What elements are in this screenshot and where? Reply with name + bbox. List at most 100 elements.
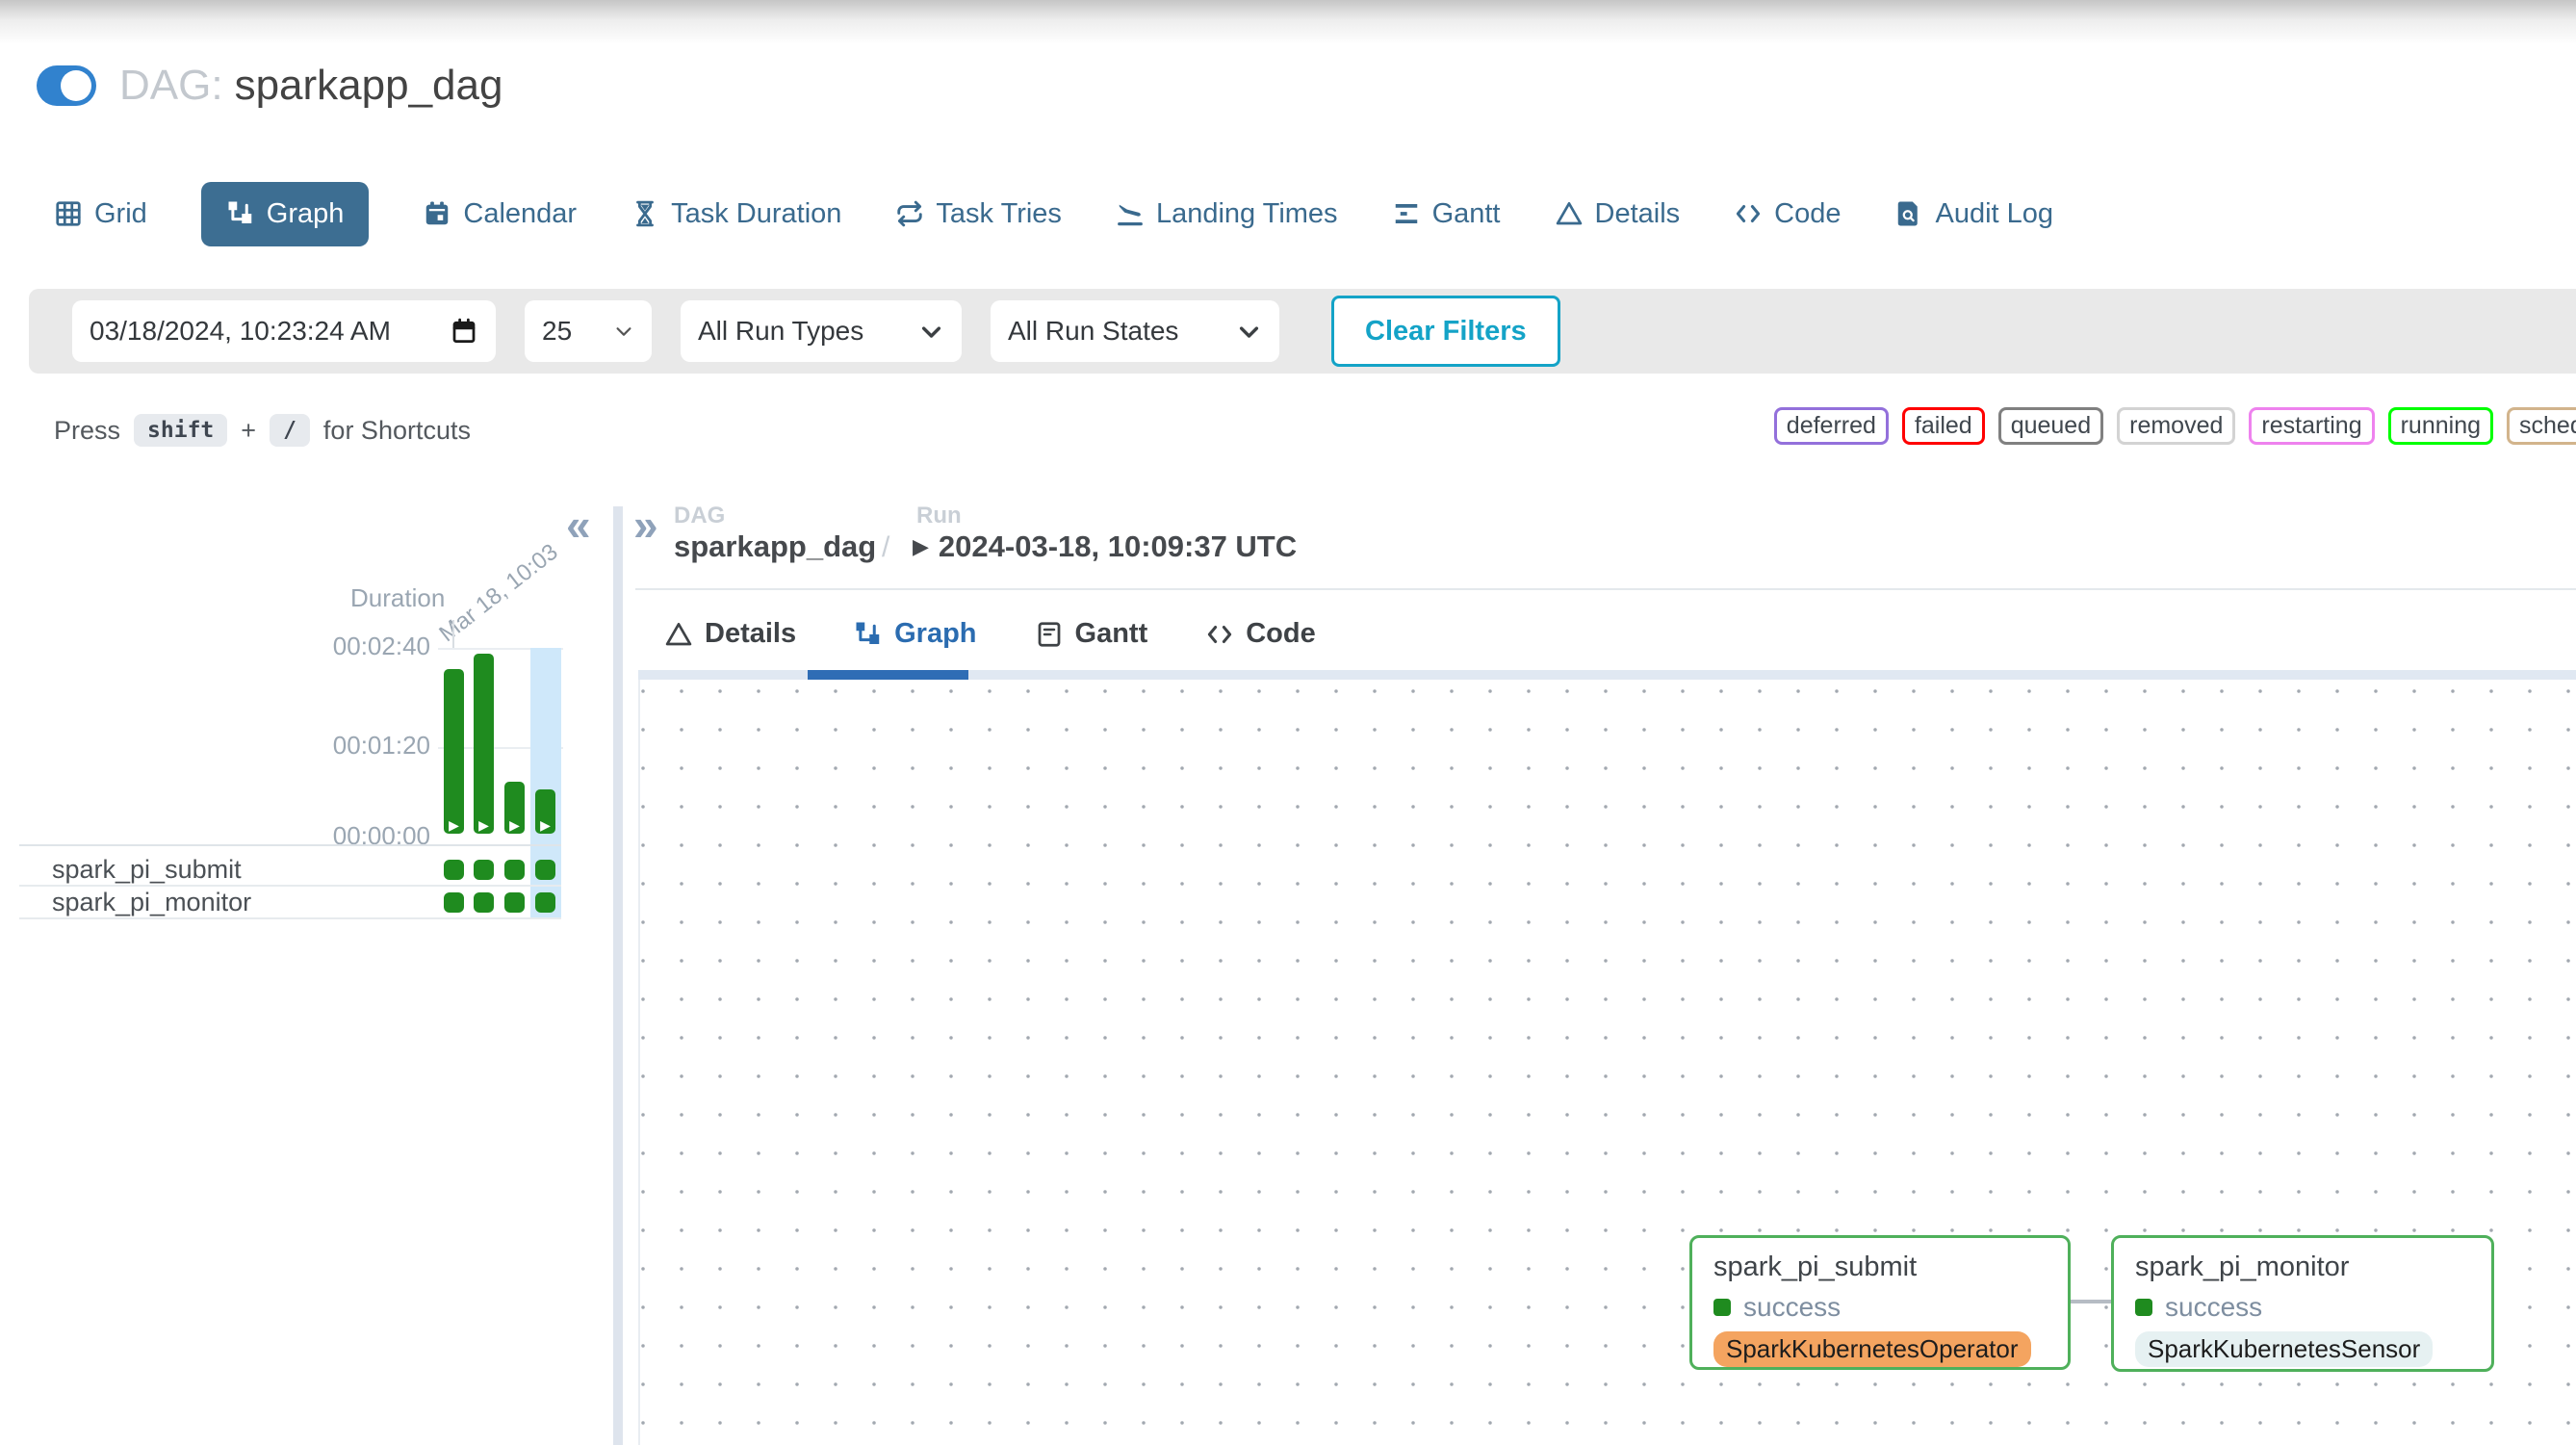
- duration-bar[interactable]: ▶: [444, 669, 464, 834]
- tab-label: Audit Log: [1935, 198, 2053, 230]
- dag-pause-toggle[interactable]: [37, 65, 96, 106]
- tab-details[interactable]: Details: [1555, 198, 1681, 230]
- legend-failed[interactable]: failed: [1902, 407, 1985, 445]
- task-name[interactable]: spark_pi_monitor: [52, 887, 251, 917]
- breadcrumb-separator: /: [882, 531, 889, 564]
- task-instance-success[interactable]: [504, 892, 525, 913]
- dag-prefix-label: DAG:: [119, 62, 223, 109]
- tab-graph[interactable]: Graph: [201, 182, 370, 246]
- breadcrumb-run-value: 2024-03-18, 10:09:37 UTC: [939, 529, 1297, 564]
- run-tab-code[interactable]: Code: [1205, 618, 1316, 650]
- page-size-select[interactable]: 25: [525, 300, 652, 362]
- legend-running[interactable]: running: [2388, 407, 2493, 445]
- tab-label: Task Duration: [671, 198, 841, 230]
- tab-label: Task Tries: [936, 198, 1062, 230]
- breadcrumb-dag-label: DAG: [674, 503, 725, 529]
- journal-icon: [1035, 620, 1064, 649]
- tab-audit-log[interactable]: Audit Log: [1894, 198, 2053, 230]
- task-instance-success[interactable]: [474, 892, 494, 913]
- run-types-select[interactable]: All Run Types: [681, 300, 962, 362]
- task-instance-success[interactable]: [535, 860, 555, 880]
- slash-key-badge: /: [270, 414, 310, 447]
- duration-bar[interactable]: ▶: [504, 782, 525, 834]
- legend-removed[interactable]: removed: [2117, 407, 2235, 445]
- collapse-panel-button[interactable]: «: [566, 503, 591, 547]
- graph-icon: [226, 199, 255, 228]
- divider: [19, 844, 561, 846]
- top-gradient: [0, 0, 2576, 44]
- landing-icon: [1116, 199, 1145, 228]
- panel-resizer[interactable]: [613, 506, 623, 1445]
- task-instance-success[interactable]: [504, 860, 525, 880]
- shortcuts-joiner: +: [241, 416, 256, 446]
- code-icon: [1734, 199, 1763, 228]
- axis-tick: [452, 620, 454, 648]
- task-row: spark_pi_monitor: [19, 887, 561, 919]
- legend-restarting[interactable]: restarting: [2249, 407, 2374, 445]
- task-state-label: success: [1743, 1292, 1841, 1323]
- run-states-select[interactable]: All Run States: [991, 300, 1279, 362]
- calendar-icon: [423, 199, 451, 228]
- shortcuts-hint: Press shift + / for Shortcuts: [54, 414, 471, 447]
- base-date-value: 03/18/2024, 10:23:24 AM: [90, 316, 391, 347]
- task-instance-success[interactable]: [444, 892, 464, 913]
- legend-scheduled[interactable]: scheduled: [2507, 407, 2576, 445]
- y-axis-tick: 00:00:00: [296, 821, 430, 851]
- duration-bar[interactable]: ▶: [535, 789, 555, 834]
- view-tabs: Grid Graph Calendar Task Duration Task Tries…: [54, 175, 2053, 252]
- run-tab-graph[interactable]: Graph: [854, 618, 976, 650]
- play-icon: ▶: [509, 818, 520, 832]
- task-node-spark_pi_monitor[interactable]: spark_pi_monitorsuccessSparkKubernetesSe…: [2111, 1235, 2494, 1372]
- breadcrumb-run[interactable]: ▶ 2024-03-18, 10:09:37 UTC: [913, 529, 1297, 564]
- toggle-knob: [61, 70, 91, 101]
- gantt-icon: [1392, 199, 1421, 228]
- tab-gantt[interactable]: Gantt: [1392, 198, 1501, 230]
- tab-label: Graph: [267, 198, 345, 230]
- task-name[interactable]: spark_pi_submit: [52, 854, 242, 885]
- run-types-value: All Run Types: [698, 316, 863, 347]
- task-node-spark_pi_submit[interactable]: spark_pi_submitsuccess SparkKubernetesOpe…: [1689, 1235, 2071, 1370]
- dag-header: DAG:sparkapp_dag: [37, 62, 502, 110]
- run-tabs: Details Graph Gantt Code: [664, 618, 1316, 650]
- expand-panel-button[interactable]: »: [633, 503, 658, 547]
- repeat-icon: [895, 199, 924, 228]
- play-icon: ▶: [478, 818, 489, 832]
- legend-queued[interactable]: queued: [1998, 407, 2103, 445]
- operator-badge: SparkKubernetesOperator: [1713, 1331, 2031, 1367]
- task-row: spark_pi_submit: [19, 854, 561, 887]
- chevron-down-icon: [1236, 319, 1262, 345]
- tab-landing-times[interactable]: Landing Times: [1116, 198, 1338, 230]
- clear-filters-button[interactable]: Clear Filters: [1331, 296, 1560, 367]
- run-tab-label: Details: [705, 618, 796, 650]
- success-state-icon: [2135, 1299, 2152, 1316]
- graph-icon: [854, 620, 883, 649]
- task-node-name: spark_pi_submit: [1713, 1251, 2047, 1283]
- run-tab-gantt[interactable]: Gantt: [1035, 618, 1148, 650]
- tab-task-tries[interactable]: Task Tries: [895, 198, 1062, 230]
- duration-bar[interactable]: ▶: [474, 654, 494, 834]
- play-icon: ▶: [449, 818, 459, 832]
- tab-label: Gantt: [1432, 198, 1501, 230]
- tab-task-duration[interactable]: Task Duration: [631, 198, 841, 230]
- shortcuts-prefix: Press: [54, 416, 120, 446]
- tab-calendar[interactable]: Calendar: [423, 198, 577, 230]
- run-tab-label: Code: [1246, 618, 1316, 650]
- task-node-status: success: [1713, 1292, 2047, 1323]
- run-tab-details[interactable]: Details: [664, 618, 796, 650]
- task-instance-success[interactable]: [535, 892, 555, 913]
- duration-axis-title: Duration: [350, 583, 445, 613]
- tab-grid[interactable]: Grid: [54, 198, 147, 230]
- legend-deferred[interactable]: deferred: [1774, 407, 1889, 445]
- task-state-label: success: [2165, 1292, 2262, 1323]
- run-states-value: All Run States: [1008, 316, 1178, 347]
- calendar-picker-icon[interactable]: [450, 317, 478, 346]
- breadcrumb-dag-value[interactable]: sparkapp_dag: [674, 529, 876, 564]
- shortcuts-suffix: for Shortcuts: [323, 416, 471, 446]
- base-date-input[interactable]: 03/18/2024, 10:23:24 AM: [72, 300, 496, 362]
- task-rows: spark_pi_submitspark_pi_monitor: [19, 854, 561, 919]
- tab-code[interactable]: Code: [1734, 198, 1841, 230]
- task-instance-success[interactable]: [474, 860, 494, 880]
- task-instance-success[interactable]: [444, 860, 464, 880]
- filter-bar: 03/18/2024, 10:23:24 AM 25 All Run Types…: [29, 289, 2576, 374]
- y-axis-tick: 00:02:40: [296, 632, 430, 661]
